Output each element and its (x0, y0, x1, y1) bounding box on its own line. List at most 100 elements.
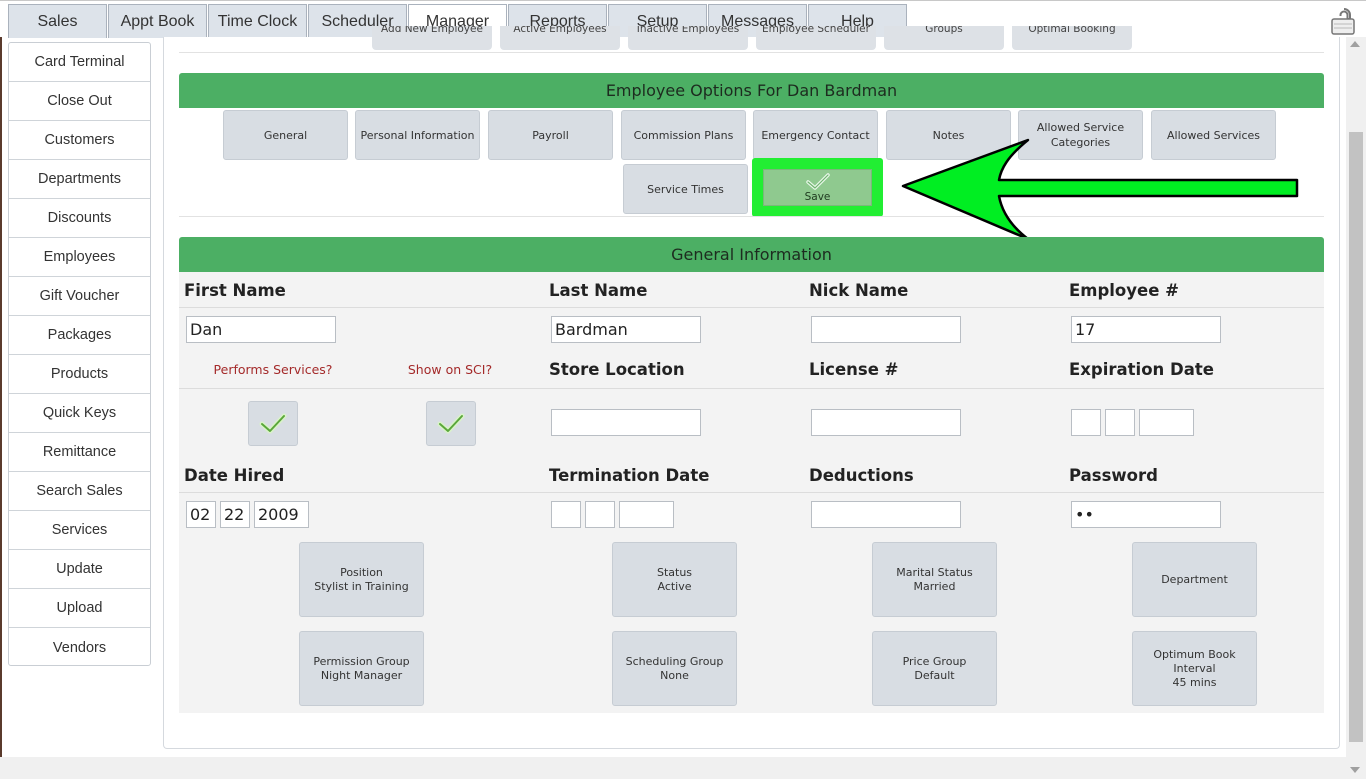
show-on-sci-checkbox[interactable] (426, 401, 476, 446)
price-group-value: Default (914, 668, 955, 682)
permission-group-label: Permission Group (313, 654, 410, 668)
employee-number-input[interactable] (1071, 316, 1221, 343)
deductions-input[interactable] (811, 501, 961, 528)
sidebar-item-products[interactable]: Products (9, 355, 150, 394)
marital-status-button[interactable]: Marital Status Married (872, 542, 997, 617)
position-label: Position (340, 565, 383, 579)
nick-name-label: Nick Name (809, 281, 909, 300)
termination-month-input[interactable] (551, 501, 581, 528)
hired-year-input[interactable] (254, 501, 309, 528)
hired-month-input[interactable] (186, 501, 216, 528)
department-label: Department (1161, 572, 1228, 586)
position-button[interactable]: Position Stylist in Training (299, 542, 424, 617)
divider (179, 492, 1324, 493)
sidebar-item-vendors[interactable]: Vendors (9, 628, 150, 667)
show-on-sci-label: Show on SCI? (407, 362, 493, 377)
department-button[interactable]: Department (1132, 542, 1257, 617)
save-label: Save (804, 190, 831, 203)
sidebar-item-employees[interactable]: Employees (9, 238, 150, 277)
sidebar-item-close-out[interactable]: Close Out (9, 82, 150, 121)
hired-day-input[interactable] (220, 501, 250, 528)
license-number-input[interactable] (811, 409, 961, 436)
price-group-label: Price Group (902, 654, 967, 668)
optimum-book-interval-label: Optimum Book Interval (1153, 647, 1236, 675)
last-name-input[interactable] (551, 316, 701, 343)
performs-services-label: Performs Services? (213, 362, 333, 377)
general-button[interactable]: General (223, 110, 348, 160)
last-name-label: Last Name (549, 281, 648, 300)
sidebar-item-search-sales[interactable]: Search Sales (9, 472, 150, 511)
license-number-label: License # (809, 360, 899, 379)
price-group-button[interactable]: Price Group Default (872, 631, 997, 706)
subtab-inactive-employees[interactable]: Inactive Employees (628, 26, 748, 50)
permission-group-button[interactable]: Permission Group Night Manager (299, 631, 424, 706)
save-button[interactable]: Save (763, 169, 872, 206)
subtab-employee-scheduler[interactable]: Employee Scheduler (756, 26, 876, 50)
lock-icon[interactable] (1329, 6, 1359, 36)
first-name-label: First Name (184, 281, 286, 300)
tab-time-clock[interactable]: Time Clock (208, 4, 307, 38)
scrollbar-thumb[interactable] (1349, 132, 1363, 742)
sidebar-item-gift-voucher[interactable]: Gift Voucher (9, 277, 150, 316)
subtab-label: Active Employees (513, 26, 607, 35)
commission-plans-button[interactable]: Commission Plans (621, 110, 746, 160)
sidebar-item-discounts[interactable]: Discounts (9, 199, 150, 238)
marital-status-value: Married (913, 579, 956, 593)
subtab-add-new-employee[interactable]: Add New Employee (372, 26, 492, 50)
sidebar-item-packages[interactable]: Packages (9, 316, 150, 355)
subtab-label: Inactive Employees (636, 26, 740, 35)
status-label: Status (656, 565, 693, 579)
status-button[interactable]: Status Active (612, 542, 737, 617)
vertical-scrollbar[interactable] (1346, 37, 1366, 779)
checkmark-icon (805, 172, 830, 190)
expiration-day-input[interactable] (1105, 409, 1135, 436)
divider (179, 388, 1324, 389)
sidebar-item-quick-keys[interactable]: Quick Keys (9, 394, 150, 433)
divider (179, 52, 1324, 53)
scheduling-group-value: None (660, 668, 689, 682)
subtab-optimal-booking[interactable]: Optimal Booking (1012, 26, 1132, 50)
scroll-down-icon[interactable] (1350, 767, 1360, 773)
scheduling-group-label: Scheduling Group (625, 654, 724, 668)
password-label: Password (1069, 466, 1158, 485)
subtab-active-employees[interactable]: Active Employees (500, 26, 620, 50)
sidebar-item-card-terminal[interactable]: Card Terminal (9, 43, 150, 82)
emergency-contact-button[interactable]: Emergency Contact (753, 110, 878, 160)
status-value: Active (657, 579, 692, 593)
optimum-book-interval-value: 45 mins (1172, 675, 1217, 689)
password-input[interactable] (1071, 501, 1221, 528)
sidebar-item-departments[interactable]: Departments (9, 160, 150, 199)
tab-appt-book[interactable]: Appt Book (108, 4, 207, 38)
personal-information-button[interactable]: Personal Information (355, 110, 480, 160)
store-location-input[interactable] (551, 409, 701, 436)
sidebar-item-remittance[interactable]: Remittance (9, 433, 150, 472)
scheduling-group-button[interactable]: Scheduling Group None (612, 631, 737, 706)
sidebar-item-update[interactable]: Update (9, 550, 150, 589)
nick-name-input[interactable] (811, 316, 961, 343)
subtab-label: Add New Employee (381, 26, 483, 35)
bottom-bar (0, 757, 1346, 779)
optimum-book-interval-button[interactable]: Optimum Book Interval 45 mins (1132, 631, 1257, 706)
deductions-label: Deductions (809, 466, 914, 485)
scroll-up-icon[interactable] (1350, 41, 1360, 47)
expiration-month-input[interactable] (1071, 409, 1101, 436)
sidebar-item-services[interactable]: Services (9, 511, 150, 550)
save-highlight: Save (752, 158, 883, 217)
sidebar-item-upload[interactable]: Upload (9, 589, 150, 628)
employee-options-header: Employee Options For Dan Bardman (179, 73, 1324, 108)
termination-day-input[interactable] (585, 501, 615, 528)
termination-date-label: Termination Date (549, 466, 710, 485)
checkmark-icon (259, 413, 287, 433)
performs-services-checkbox[interactable] (248, 401, 298, 446)
sidebar: Card Terminal Close Out Customers Depart… (8, 42, 151, 666)
expiration-date-label: Expiration Date (1069, 360, 1214, 379)
subtab-groups[interactable]: Groups (884, 26, 1004, 50)
date-hired-label: Date Hired (184, 466, 285, 485)
payroll-button[interactable]: Payroll (488, 110, 613, 160)
expiration-year-input[interactable] (1139, 409, 1194, 436)
first-name-input[interactable] (186, 316, 336, 343)
tab-sales[interactable]: Sales (8, 4, 107, 38)
termination-year-input[interactable] (619, 501, 674, 528)
sidebar-item-customers[interactable]: Customers (9, 121, 150, 160)
service-times-button[interactable]: Service Times (623, 164, 748, 214)
